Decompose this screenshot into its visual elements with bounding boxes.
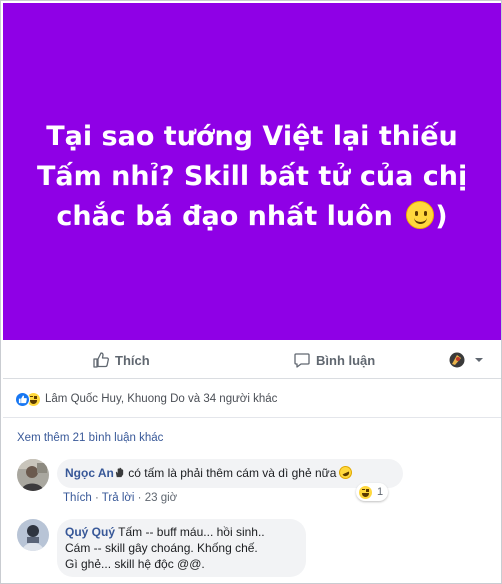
- comment-author[interactable]: Quý Quý: [65, 525, 115, 539]
- comment-line-1: Quý Quý Tấm -- buff máu... hồi sinh..: [65, 524, 296, 540]
- comment-reply-link[interactable]: Trả lời: [102, 492, 135, 504]
- comment-text-line: Gì ghẻ... skill hệ độc @@.: [65, 557, 205, 571]
- rofl-emoji-icon: [337, 463, 355, 482]
- haha-icon: [358, 484, 373, 500]
- meta-separator: ·: [137, 492, 145, 504]
- comment-button[interactable]: Bình luận: [293, 349, 375, 371]
- thumbs-up-icon: [93, 352, 109, 368]
- comment-like-link[interactable]: Thích: [63, 492, 92, 504]
- reaction-count: 1: [377, 486, 384, 498]
- smile-emoji-icon: [406, 200, 435, 229]
- comment-button-label: Bình luận: [316, 352, 376, 368]
- reactions-names[interactable]: Lâm Quốc Huy, Khuong Do và 34 người khác: [45, 393, 277, 405]
- like-button-label: Thích: [115, 352, 150, 368]
- banner-line-2: Tấm nhỉ? Skill bất tử của chị: [37, 160, 468, 192]
- comment-author[interactable]: Ngọc An: [65, 466, 114, 480]
- reaction-selector-button[interactable]: [449, 349, 485, 371]
- banner-line-3-text: chắc bá đạo nhất luôn: [56, 200, 393, 232]
- comment-bubble: Ngọc An có tấm là phải thêm cám và dì gh…: [57, 459, 403, 488]
- avatar[interactable]: [17, 519, 49, 551]
- banner-line-3-end: ): [435, 200, 448, 232]
- view-more-comments-link[interactable]: Xem thêm 21 bình luận khác: [17, 432, 163, 444]
- reactions-summary[interactable]: Lâm Quốc Huy, Khuong Do và 34 người khác: [15, 390, 277, 408]
- avatar[interactable]: [17, 459, 49, 491]
- comment-text-line: Tấm -- buff máu... hồi sinh..: [115, 525, 265, 539]
- banner-line-1: Tại sao tướng Việt lại thiếu: [46, 120, 458, 152]
- avatar-reaction-icon: [449, 352, 465, 368]
- comment-meta: Thích · Trả lời · 23 giờ: [63, 492, 177, 504]
- banner-line-3: chắc bá đạo nhất luôn ): [37, 197, 467, 237]
- comment-timestamp[interactable]: 23 giờ: [145, 492, 177, 504]
- comment-bubble: Quý Quý Tấm -- buff máu... hồi sinh.. Cá…: [57, 519, 306, 577]
- caret-down-icon: [475, 358, 483, 362]
- speech-bubble-icon: [294, 353, 310, 368]
- banner-text: Tại sao tướng Việt lại thiếu Tấm nhỉ? Sk…: [37, 117, 467, 237]
- comment-text: có tấm là phải thêm cám và dì ghẻ nữa: [124, 466, 337, 480]
- comment-reaction-badge[interactable]: 1: [356, 483, 389, 501]
- like-icon: [15, 391, 30, 407]
- meta-separator: ·: [94, 492, 102, 504]
- like-button[interactable]: Thích: [92, 349, 150, 371]
- post-frame: Tại sao tướng Việt lại thiếu Tấm nhỉ? Sk…: [0, 0, 502, 584]
- comment-text-line: Cám -- skill gây choáng. Khống chế.: [65, 541, 258, 555]
- post-actions-bar: Thích Bình luận: [3, 341, 501, 379]
- divider: [3, 417, 501, 418]
- post-banner: Tại sao tướng Việt lại thiếu Tấm nhỉ? Sk…: [3, 3, 501, 340]
- waving-hand-icon: [115, 467, 124, 478]
